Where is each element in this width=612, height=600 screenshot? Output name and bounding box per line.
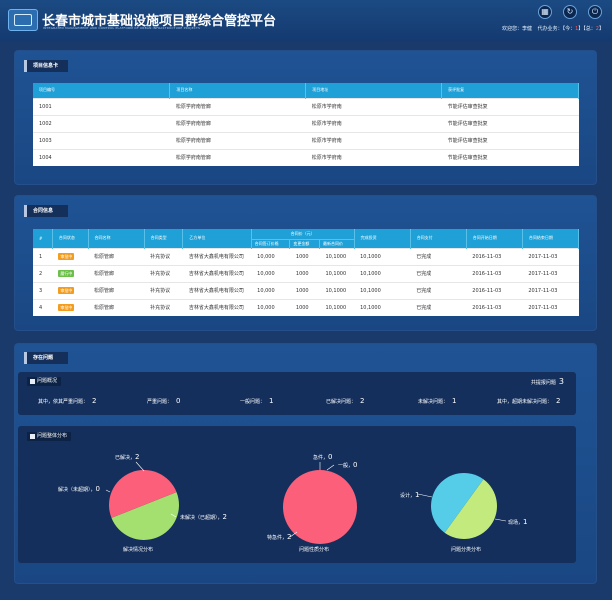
pie-leader-line <box>417 493 433 498</box>
pie2-label-urgent: 急件，0 <box>313 453 333 461</box>
pie1-label-unresolved-overdue: 未解决（已超期），2 <box>180 513 227 521</box>
pie-leader-line <box>135 461 145 472</box>
pie3-label-site: 现场，1 <box>508 518 528 526</box>
pie2-label-extra-urgent: 特急件，2 <box>267 533 292 541</box>
pie3-label-design: 设计，1 <box>400 491 420 499</box>
pie-leader-line <box>326 464 335 471</box>
pie2-label-normal: 一般，0 <box>338 461 358 469</box>
pie-leader-line <box>105 489 111 493</box>
pie1-caption: 解决情况分布 <box>122 547 153 553</box>
pie1-label-solved-not-overdue: 解决（未超期），0 <box>58 485 100 493</box>
pie-slice[interactable] <box>283 470 357 544</box>
pie-leader-line <box>494 518 507 522</box>
pie1-label-resolved: 已解决，2 <box>115 453 140 461</box>
pie-charts <box>105 461 507 544</box>
pie2-caption: 问题性质分布 <box>298 547 329 553</box>
pie3-caption: 问题分类分布 <box>450 547 481 553</box>
